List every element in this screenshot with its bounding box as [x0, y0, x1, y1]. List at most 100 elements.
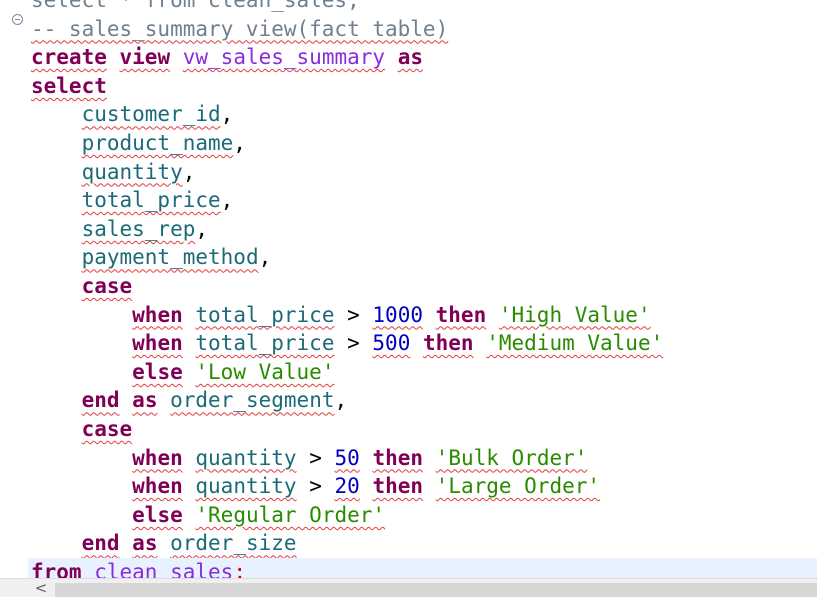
code-token-obj: vw_sales_summary: [182, 45, 386, 70]
code-token-op: [183, 503, 196, 527]
code-token-op: [183, 331, 196, 355]
code-token-op: [423, 303, 436, 327]
code-token-op: [31, 160, 82, 184]
code-token-id: total_price: [195, 331, 335, 356]
code-token-id: total_price: [81, 188, 221, 213]
code-token-kw: when: [132, 331, 183, 356]
code-token-op: ,: [334, 388, 348, 413]
code-token-op: [474, 331, 487, 355]
code-token-op: ,: [195, 216, 209, 241]
code-token-op: [157, 531, 170, 555]
code-token-str: 'High Value': [498, 302, 651, 327]
code-token-num: 20: [334, 474, 360, 499]
code-token-cm: -- sales_summary view(fact table): [31, 16, 449, 41]
code-token-kw: as: [132, 388, 158, 413]
code-token-num: 50: [334, 445, 360, 470]
code-token-kw: case: [81, 274, 133, 298]
code-token-op: ,: [220, 188, 234, 213]
code-token-id: customer_id: [81, 102, 221, 127]
code-line[interactable]: quantity,: [31, 158, 817, 187]
code-token-id: order_segment: [170, 388, 335, 413]
code-line[interactable]: payment_method,: [31, 243, 817, 272]
code-token-kw: view: [119, 45, 171, 70]
code-token-op: [410, 331, 423, 355]
code-token-op: [31, 360, 132, 384]
code-token-op: [31, 245, 82, 269]
code-token-op: [486, 303, 499, 327]
code-line[interactable]: -- sales_summary view(fact table): [31, 15, 817, 44]
code-line[interactable]: product_name,: [31, 129, 817, 158]
code-line[interactable]: when total_price > 1000 then 'High Value…: [31, 301, 817, 330]
code-token-kw: then: [372, 474, 424, 499]
code-token-op: [31, 102, 82, 126]
fold-collapse-icon[interactable]: [12, 14, 23, 25]
code-token-op: ,: [220, 102, 234, 127]
code-token-op: [31, 131, 82, 155]
code-token-id: payment_method: [81, 245, 259, 270]
code-token-id: product_name: [81, 131, 234, 155]
code-line[interactable]: customer_id,: [31, 100, 817, 129]
code-token-kw: select: [31, 73, 107, 98]
code-token-op: [183, 474, 196, 498]
code-line[interactable]: end as order_size: [31, 529, 817, 558]
chevron-left-icon[interactable]: <: [29, 579, 53, 597]
code-token-op: [120, 531, 133, 555]
code-token-str: 'Bulk Order': [435, 445, 588, 470]
code-token-num: 1000: [372, 302, 423, 327]
code-line[interactable]: when total_price > 500 then 'Medium Valu…: [31, 329, 817, 358]
code-token-op: [31, 188, 82, 212]
code-token-kw: else: [132, 359, 183, 384]
code-line[interactable]: end as order_segment,: [31, 386, 817, 415]
code-token-op: ,: [233, 131, 246, 155]
code-token-id: order_size: [170, 531, 297, 556]
scrollbar-thumb[interactable]: [55, 583, 817, 597]
code-token-id: quantity: [81, 159, 183, 184]
code-token-kw: then: [435, 302, 487, 327]
code-line[interactable]: when quantity > 20 then 'Large Order': [31, 472, 817, 501]
code-token-op: [31, 531, 82, 555]
code-line[interactable]: case: [31, 272, 817, 301]
code-token-str: 'Low Value': [195, 359, 335, 384]
code-line[interactable]: sales_rep,: [31, 215, 817, 244]
code-token-id: quantity: [195, 474, 297, 499]
code-token-op: [170, 45, 183, 69]
code-token-op: [183, 446, 196, 470]
code-token-op: >: [296, 445, 335, 470]
code-token-op: [31, 417, 82, 441]
code-token-op: [360, 474, 373, 498]
code-line[interactable]: case: [31, 415, 817, 444]
horizontal-scrollbar[interactable]: <: [0, 578, 817, 597]
code-line[interactable]: select: [31, 72, 817, 101]
code-token-kw: create: [31, 45, 107, 70]
code-line[interactable]: total_price,: [31, 186, 817, 215]
code-line[interactable]: else 'Low Value': [31, 358, 817, 387]
code-token-op: [157, 388, 170, 412]
code-token-op: >: [296, 474, 335, 499]
code-token-id: quantity: [195, 445, 297, 470]
code-token-op: [31, 331, 132, 355]
code-token-str: 'Medium Value': [486, 331, 664, 356]
code-line[interactable]: create view vw_sales_summary as: [31, 43, 817, 72]
code-line[interactable]: when quantity > 50 then 'Bulk Order': [31, 444, 817, 473]
code-token-cm: select * from clean_sales;: [31, 0, 360, 12]
code-token-kw: when: [132, 302, 183, 327]
code-line[interactable]: select * from clean_sales;: [31, 0, 817, 15]
code-token-op: [107, 45, 120, 69]
code-token-op: [31, 474, 132, 498]
sql-editor[interactable]: select * from clean_sales; -- sales_summa…: [0, 0, 817, 597]
code-token-kw: then: [423, 331, 474, 356]
code-token-op: [360, 446, 373, 470]
code-line[interactable]: else 'Regular Order': [31, 501, 817, 530]
code-token-op: [423, 446, 436, 470]
code-token-kw: then: [372, 445, 424, 470]
code-token-kw: when: [132, 474, 183, 499]
code-token-kw: case: [81, 417, 133, 441]
code-token-op: >: [334, 331, 373, 356]
code-token-op: ,: [182, 159, 196, 184]
code-token-op: >: [334, 302, 373, 327]
code-token-kw: end: [81, 388, 120, 413]
editor-gutter: [0, 0, 28, 578]
code-token-op: [31, 446, 132, 470]
code-token-str: 'Large Order': [435, 474, 601, 499]
code-token-kw: end: [81, 531, 120, 556]
